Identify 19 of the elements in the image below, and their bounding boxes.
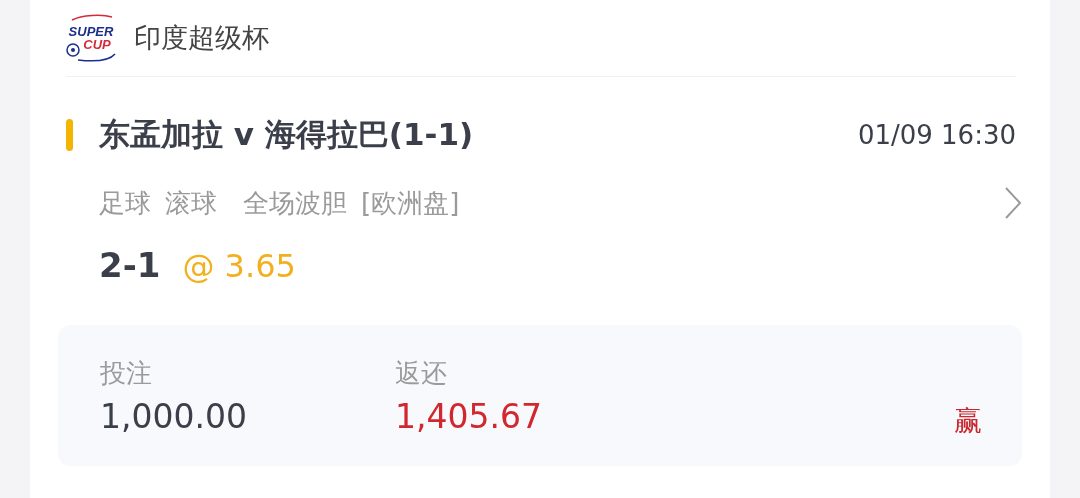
bet-odds: @ 3.65 (182, 247, 296, 285)
chevron-right-icon[interactable] (1004, 186, 1022, 220)
match-time: 01/09 16:30 (857, 120, 1016, 150)
return-label: 返还 (395, 356, 448, 390)
bet-tag: 足球 (99, 185, 151, 221)
result-status: 赢 (954, 402, 982, 439)
bet-tag: 全场波胆 (243, 185, 347, 221)
logo-text: CUP (83, 38, 111, 51)
logo-text: SUPER (68, 25, 114, 38)
return-value: 1,405.67 (395, 396, 543, 436)
stake-value: 1,000.00 (100, 396, 248, 436)
bet-tag: 滚球 (165, 185, 217, 221)
accent-bar (66, 119, 73, 151)
stake-label: 投注 (100, 356, 153, 390)
bet-tag: [欧洲盘] (361, 185, 460, 221)
bet-pick: 2-1 (99, 245, 161, 285)
match-title: 东孟加拉 v 海得拉巴(1-1) (99, 115, 475, 154)
ball-swoosh-icon (66, 14, 116, 62)
league-name: 印度超级杯 (134, 21, 269, 55)
